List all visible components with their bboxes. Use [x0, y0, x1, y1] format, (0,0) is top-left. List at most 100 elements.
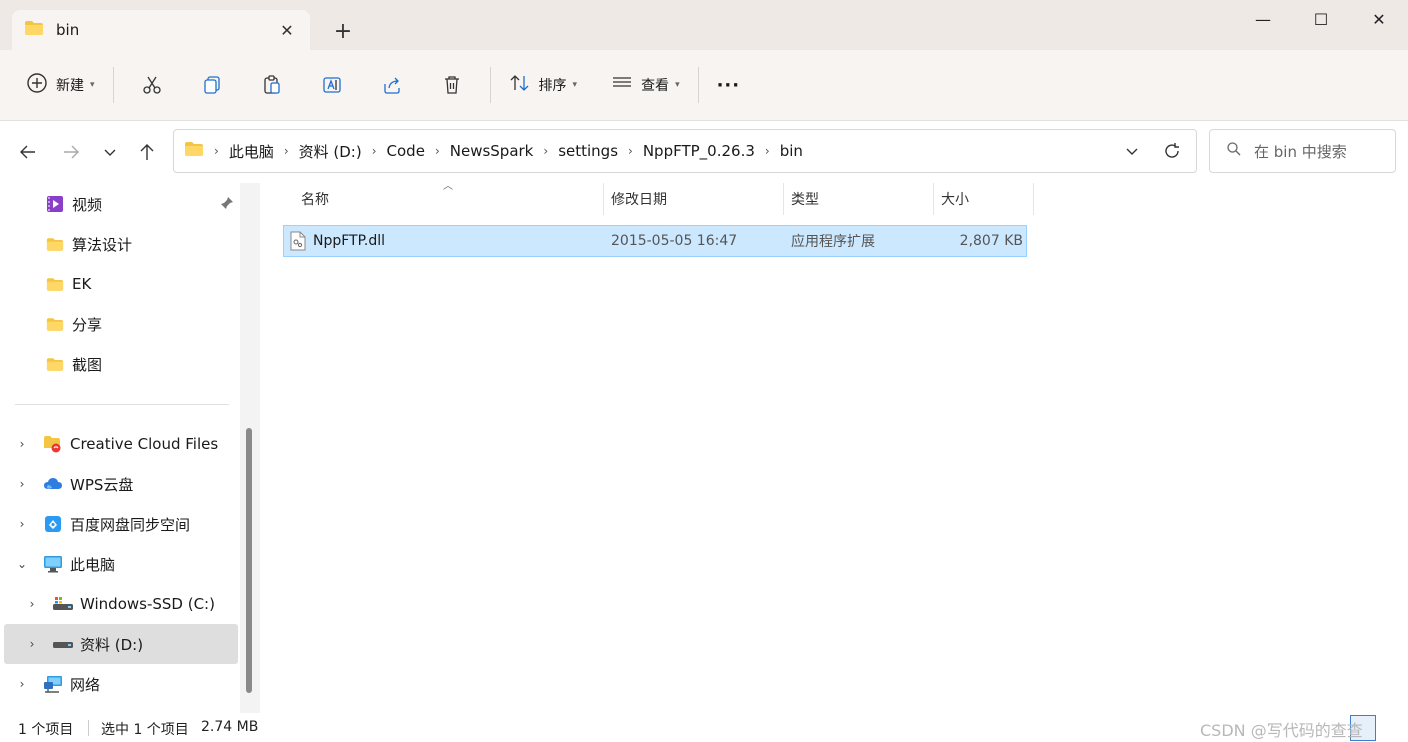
sidebar-item-ek[interactable]: EK: [4, 264, 238, 304]
share-button[interactable]: [372, 65, 412, 105]
file-name: NppFTP.dll: [313, 233, 385, 249]
chevron-right-icon[interactable]: ›: [214, 144, 219, 158]
selected-count: 选中 1 个项目: [101, 722, 189, 738]
sidebar-scroll-thumb[interactable]: [246, 428, 252, 693]
file-modified: 2015-05-05 16:47: [611, 233, 738, 249]
chevron-right-icon[interactable]: ›: [22, 597, 42, 611]
sort-button[interactable]: 排序 ▾: [499, 65, 588, 105]
rename-icon: [322, 77, 341, 93]
chevron-down-icon: ▾: [90, 80, 95, 90]
chevron-right-icon[interactable]: ›: [543, 144, 548, 158]
chevron-right-icon[interactable]: ›: [12, 517, 32, 531]
breadcrumb-item[interactable]: settings: [558, 142, 618, 160]
file-explorer-window: bin ✕ + — ☐ ✕ 新建 ▾ 排序 ▾ 查看 ▾ ··· › 此电脑 ›…: [0, 0, 1408, 742]
back-button[interactable]: [11, 135, 45, 169]
folder-icon: [44, 237, 66, 252]
sidebar-item-label: 此电脑: [70, 555, 116, 574]
sidebar-item-network[interactable]: › 网络: [4, 664, 238, 704]
status-bar: 1 个项目 选中 1 个项目 2.74 MB CSDN @写代码的查查: [0, 713, 1408, 742]
chevron-right-icon[interactable]: ›: [284, 144, 289, 158]
sidebar-item-label: EK: [72, 275, 92, 293]
recent-locations-button[interactable]: [93, 135, 127, 169]
sidebar-item-this-pc[interactable]: ⌄ 此电脑: [4, 544, 238, 584]
new-tab-button[interactable]: +: [328, 16, 358, 46]
breadcrumb-item[interactable]: 资料 (D:): [299, 141, 362, 162]
pin-icon[interactable]: [220, 196, 234, 214]
chevron-right-icon[interactable]: ›: [372, 144, 377, 158]
up-button[interactable]: [130, 135, 164, 169]
minimize-button[interactable]: —: [1234, 0, 1292, 38]
address-history-button[interactable]: [1112, 131, 1152, 171]
file-type: 应用程序扩展: [791, 234, 875, 250]
sidebar-item-drive-c[interactable]: › Windows-SSD (C:): [4, 584, 238, 624]
address-bar[interactable]: › 此电脑 › 资料 (D:) › Code › NewsSpark › set…: [173, 129, 1197, 173]
arrow-right-icon: [64, 145, 79, 159]
sidebar-item-videos[interactable]: 视频: [4, 184, 238, 224]
video-icon: [44, 195, 66, 213]
chevron-right-icon[interactable]: ›: [12, 437, 32, 451]
breadcrumb-item-current[interactable]: bin: [780, 142, 803, 160]
folder-icon: [24, 20, 44, 40]
breadcrumb-item[interactable]: NewsSpark: [450, 142, 534, 160]
breadcrumb-item[interactable]: 此电脑: [229, 141, 274, 162]
column-divider[interactable]: [1033, 183, 1034, 215]
delete-button[interactable]: [432, 65, 472, 105]
sidebar-item-creative-cloud[interactable]: › Creative Cloud Files: [4, 424, 238, 464]
folder-icon: [44, 357, 66, 372]
column-divider[interactable]: [603, 183, 604, 215]
search-icon: [1226, 141, 1242, 161]
sidebar-item-baidu-netdisk[interactable]: › 百度网盘同步空间: [4, 504, 238, 544]
chevron-right-icon[interactable]: ›: [628, 144, 633, 158]
close-tab-icon[interactable]: ✕: [272, 15, 302, 45]
copy-button[interactable]: [192, 65, 232, 105]
breadcrumb: › 此电脑 › 资料 (D:) › Code › NewsSpark › set…: [184, 141, 1112, 162]
toolbar-divider: [697, 67, 699, 103]
sidebar-item-label: 百度网盘同步空间: [70, 515, 191, 534]
chevron-right-icon[interactable]: ›: [765, 144, 770, 158]
sidebar-divider: [15, 404, 229, 405]
column-divider[interactable]: [933, 183, 934, 215]
copy-icon: [203, 76, 220, 94]
sidebar-item-wps-cloud[interactable]: › WPS云盘: [4, 464, 238, 504]
close-window-button[interactable]: ✕: [1350, 0, 1408, 38]
chevron-down-icon: [1126, 148, 1138, 155]
chevron-right-icon[interactable]: ›: [22, 637, 42, 651]
sidebar-item-label: WPS云盘: [70, 475, 134, 494]
sort-icon: [509, 72, 531, 98]
cut-button[interactable]: [132, 65, 172, 105]
new-button[interactable]: 新建 ▾: [16, 65, 105, 105]
clipboard-icon: [263, 75, 280, 94]
window-controls: — ☐ ✕: [1234, 0, 1408, 40]
sidebar-item-screenshots[interactable]: 截图: [4, 344, 238, 384]
title-bar: bin ✕ + — ☐ ✕: [0, 0, 1408, 50]
sidebar-item-algorithm-design[interactable]: 算法设计: [4, 224, 238, 264]
column-header-type[interactable]: 类型: [791, 183, 931, 215]
view-button[interactable]: 查看 ▾: [601, 65, 690, 105]
chevron-right-icon[interactable]: ›: [435, 144, 440, 158]
chevron-right-icon[interactable]: ›: [12, 677, 32, 691]
column-header-modified[interactable]: 修改日期: [611, 183, 781, 215]
chevron-down-icon[interactable]: ⌄: [12, 557, 32, 571]
sidebar-item-share[interactable]: 分享: [4, 304, 238, 344]
sidebar-item-label: 资料 (D:): [80, 635, 144, 654]
table-row[interactable]: NppFTP.dll 2015-05-05 16:47 应用程序扩展 2,807…: [283, 225, 1027, 257]
breadcrumb-item[interactable]: Code: [387, 142, 425, 160]
arrow-left-icon: [20, 145, 35, 159]
status-divider: [88, 720, 89, 736]
maximize-button[interactable]: ☐: [1292, 0, 1350, 38]
more-options-button[interactable]: ···: [707, 65, 751, 105]
rename-button[interactable]: [312, 65, 352, 105]
column-header-size[interactable]: 大小: [941, 183, 1031, 215]
chevron-right-icon[interactable]: ›: [12, 477, 32, 491]
breadcrumb-item[interactable]: NppFTP_0.26.3: [643, 142, 755, 160]
paste-button[interactable]: [252, 65, 292, 105]
refresh-button[interactable]: [1152, 131, 1192, 171]
toolbar-divider: [489, 67, 491, 103]
navigation-pane: 视频 算法设计 EK 分享 截图 › Creative Cloud Files …: [0, 183, 260, 713]
watermark: CSDN @写代码的查查: [1200, 721, 1363, 740]
column-divider[interactable]: [783, 183, 784, 215]
tab-bin[interactable]: bin ✕: [12, 10, 310, 50]
search-input[interactable]: 在 bin 中搜索: [1209, 129, 1396, 173]
sidebar-item-drive-d[interactable]: › 资料 (D:): [4, 624, 238, 664]
forward-button[interactable]: [54, 135, 88, 169]
